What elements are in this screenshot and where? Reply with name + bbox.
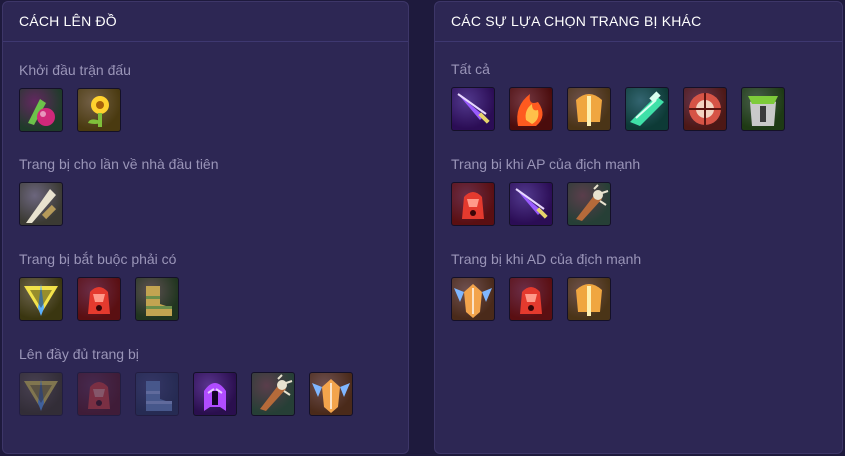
full-build-section: Lên đầy đủ trang bị: [19, 346, 367, 416]
section-title: Trang bị cho lần về nhà đầu tiên: [19, 156, 219, 172]
emerald-rifle-icon: [630, 91, 664, 126]
item-slot[interactable]: [19, 277, 63, 321]
alternatives-panel-title: CÁC SỰ LỰA CHỌN TRANG BỊ KHÁC: [435, 2, 842, 42]
winged-shield-icon: [454, 284, 492, 318]
section-title: Khởi đầu trận đấu: [19, 62, 131, 78]
vs-ad-section: Trang bị khi AD của địch mạnh: [451, 251, 641, 321]
item-row: [451, 182, 640, 226]
section-title: Trang bị khi AP của địch mạnh: [451, 156, 641, 172]
green-armor-icon: [748, 96, 778, 126]
item-slot[interactable]: [509, 87, 553, 131]
item-row: [19, 372, 367, 416]
golden-sword-emblem-icon: [24, 379, 58, 411]
item-slot[interactable]: [77, 88, 121, 132]
item-slot[interactable]: [77, 277, 121, 321]
item-slot[interactable]: [509, 182, 553, 226]
section-title: Tất cả: [451, 61, 490, 77]
item-slot[interactable]: [451, 182, 495, 226]
item-slot[interactable]: [251, 372, 295, 416]
crimson-gauntlet-icon: [462, 192, 484, 219]
section-title: Trang bị khi AD của địch mạnh: [451, 251, 642, 267]
all-alternatives-section: Tất cả: [451, 61, 799, 131]
item-slot[interactable]: [19, 372, 63, 416]
item-slot[interactable]: [741, 87, 785, 131]
sunflower-amulet-icon: [88, 96, 109, 127]
vs-ap-section: Trang bị khi AP của địch mạnh: [451, 156, 640, 226]
bronze-boots-icon: [146, 286, 172, 316]
flame-axe-icon: [517, 94, 543, 126]
item-slot[interactable]: [19, 182, 63, 226]
section-title: Lên đầy đủ trang bị: [19, 346, 139, 362]
golden-hammer-icon: [576, 94, 602, 126]
item-slot[interactable]: [509, 277, 553, 321]
item-row: [19, 277, 193, 321]
item-row: [19, 182, 219, 226]
core-items-section: Trang bị bắt buộc phải có: [19, 251, 193, 321]
item-slot[interactable]: [683, 87, 727, 131]
winged-shield-icon: [312, 379, 350, 413]
item-row: [19, 88, 135, 132]
golden-hammer-icon: [576, 284, 602, 316]
spiked-club-icon: [260, 374, 293, 411]
violet-blade-icon: [457, 93, 490, 124]
item-slot[interactable]: [309, 372, 353, 416]
item-slot[interactable]: [77, 372, 121, 416]
item-slot[interactable]: [567, 87, 611, 131]
spiked-club-icon: [576, 184, 609, 221]
item-slot[interactable]: [135, 277, 179, 321]
item-slot[interactable]: [567, 182, 611, 226]
item-slot[interactable]: [193, 372, 237, 416]
item-slot[interactable]: [19, 88, 63, 132]
item-slot[interactable]: [625, 87, 669, 131]
item-slot[interactable]: [135, 372, 179, 416]
item-slot[interactable]: [451, 87, 495, 131]
section-title: Trang bị bắt buộc phải có: [19, 251, 177, 267]
violet-blade-icon: [515, 188, 548, 219]
silver-blade-icon: [26, 189, 57, 223]
item-row: [451, 277, 641, 321]
item-row: [451, 87, 799, 131]
build-panel-title: CÁCH LÊN ĐỒ: [3, 2, 408, 42]
starting-items-section: Khởi đầu trận đấu: [19, 62, 135, 132]
crimson-gauntlet-icon: [88, 287, 110, 314]
first-back-section: Trang bị cho lần về nhà đầu tiên: [19, 156, 219, 226]
build-panel: CÁCH LÊN ĐỒ Khởi đầu trận đấu Trang bị c…: [2, 1, 409, 454]
corrupting-potion-icon: [28, 99, 55, 126]
alternatives-panel: CÁC SỰ LỰA CHỌN TRANG BỊ KHÁC Tất cả Tra…: [434, 1, 843, 454]
item-slot[interactable]: [567, 277, 611, 321]
bronze-boots-icon: [146, 381, 172, 411]
crimson-gauntlet-icon: [88, 382, 110, 409]
red-shield-icon: [689, 93, 721, 125]
golden-sword-emblem-icon: [24, 284, 58, 316]
crimson-gauntlet-icon: [520, 287, 542, 314]
item-slot[interactable]: [451, 277, 495, 321]
violet-helm-icon: [204, 383, 226, 411]
